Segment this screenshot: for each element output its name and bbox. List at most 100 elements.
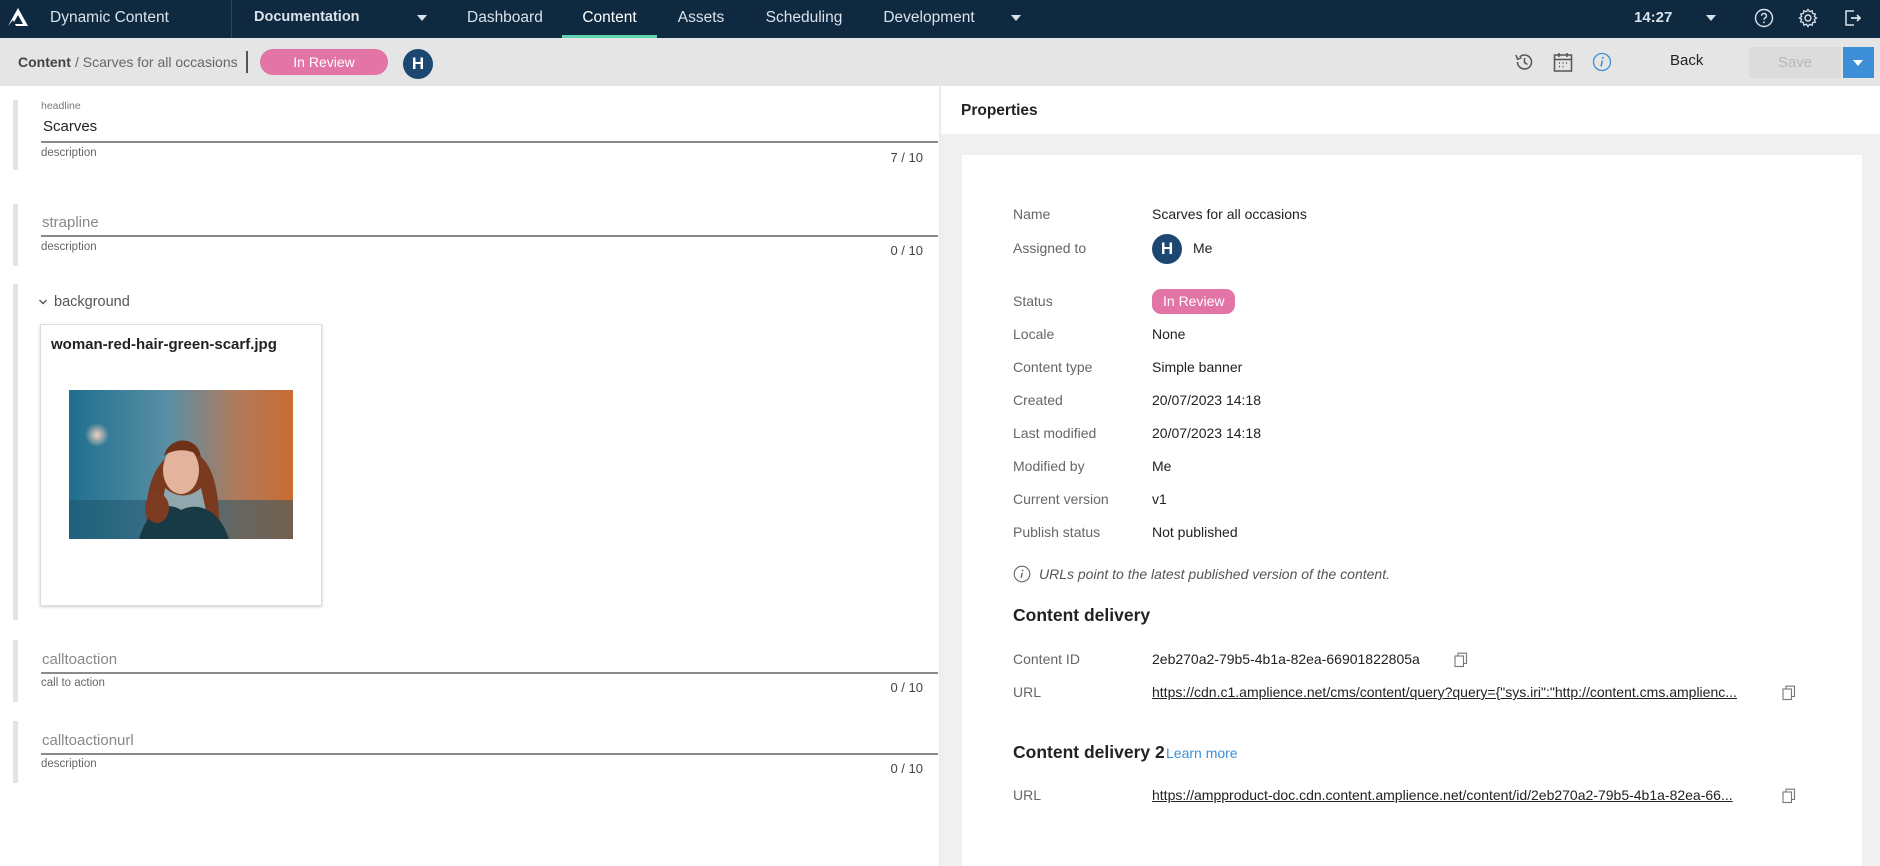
property-label: Assigned to [1013, 240, 1087, 256]
field-description: call to action [41, 677, 105, 689]
headline-field: headline Scarves description 7 / 10 [13, 100, 938, 170]
property-value: Me [1152, 458, 1172, 474]
property-label: Last modified [1013, 425, 1097, 441]
input-underline [41, 141, 938, 143]
property-value: Me [1193, 240, 1213, 256]
character-count: 7 / 10 [890, 150, 923, 165]
content-form: headline Scarves description 7 / 10 stra… [0, 86, 940, 866]
character-count: 0 / 10 [890, 243, 923, 258]
urls-info-note: URLs point to the latest published versi… [1013, 565, 1390, 583]
copy-icon[interactable] [1454, 652, 1468, 668]
properties-panel: Properties Name Scarves for all occasion… [941, 86, 1880, 866]
more-tabs-dropdown-icon[interactable] [1011, 15, 1021, 21]
property-current-version: Current version v1 [1013, 491, 1813, 513]
info-icon[interactable] [1591, 51, 1613, 73]
property-label: Content ID [1013, 651, 1080, 667]
tab-development[interactable]: Development [883, 0, 975, 38]
tab-content[interactable]: Content [562, 0, 657, 38]
property-delivery-url: URL https://cdn.c1.amplience.net/cms/con… [1013, 684, 1813, 706]
input-underline [41, 235, 938, 237]
property-label: Modified by [1013, 458, 1085, 474]
image-file-name: woman-red-hair-green-scarf.jpg [51, 336, 277, 353]
property-label: Created [1013, 392, 1063, 408]
info-note-text: URLs point to the latest published versi… [1039, 566, 1390, 582]
save-button[interactable]: Save [1749, 47, 1841, 78]
property-last-modified: Last modified 20/07/2023 14:18 [1013, 425, 1813, 447]
background-field: background woman-red-hair-green-scarf.jp… [13, 284, 923, 620]
settings-icon[interactable] [1797, 7, 1819, 29]
hub-selector[interactable]: Documentation [254, 9, 360, 25]
delivery2-url-link[interactable]: https://ampproduct-doc.cdn.content.ampli… [1152, 787, 1733, 803]
property-value: 20/07/2023 14:18 [1152, 425, 1261, 441]
top-navigation: Dynamic Content Documentation Dashboard … [0, 0, 1880, 38]
background-collapse-toggle[interactable]: background [38, 294, 130, 310]
property-value: Not published [1152, 524, 1238, 540]
chevron-down-icon [39, 299, 47, 305]
property-label: Locale [1013, 326, 1055, 342]
field-description: description [41, 241, 97, 253]
divider [246, 51, 248, 73]
property-assigned-to: Assigned to H Me [1013, 234, 1813, 264]
property-locale: Locale None [1013, 326, 1813, 348]
back-button[interactable]: Back [1670, 52, 1703, 69]
tab-assets[interactable]: Assets [677, 0, 725, 38]
save-options-button[interactable] [1843, 47, 1874, 78]
property-label: Status [1013, 293, 1053, 309]
calendar-icon[interactable] [1552, 51, 1574, 73]
image-card[interactable]: woman-red-hair-green-scarf.jpg [40, 324, 322, 606]
learn-more-link[interactable]: Learn more [1166, 745, 1238, 761]
amplience-logo-icon[interactable] [6, 7, 30, 29]
image-thumbnail [69, 390, 293, 539]
property-publish-status: Publish status Not published [1013, 524, 1813, 546]
history-icon[interactable] [1513, 51, 1535, 73]
chevron-down-icon [1853, 60, 1863, 66]
properties-card: Name Scarves for all occasions Assigned … [962, 155, 1862, 866]
assignee-avatar[interactable]: H [1152, 234, 1182, 264]
clock-dropdown-icon[interactable] [1706, 15, 1716, 21]
property-modified-by: Modified by Me [1013, 458, 1813, 480]
strapline-input[interactable]: strapline [42, 214, 99, 231]
breadcrumb-content-link[interactable]: Content [18, 54, 71, 70]
help-icon[interactable] [1753, 7, 1775, 29]
property-label: Current version [1013, 491, 1109, 507]
field-label: background [54, 294, 130, 310]
character-count: 0 / 10 [890, 761, 923, 776]
properties-title: Properties [961, 102, 1038, 119]
assignee-avatar[interactable]: H [403, 49, 433, 79]
property-label: Name [1013, 206, 1051, 222]
tab-dashboard[interactable]: Dashboard [467, 0, 543, 38]
content-delivery-title: Content delivery [1013, 605, 1151, 625]
input-underline [41, 753, 938, 755]
clock: 14:27 [1634, 9, 1673, 26]
info-icon [1013, 565, 1031, 583]
property-created: Created 20/07/2023 14:18 [1013, 392, 1813, 414]
calltoactionurl-input[interactable]: calltoactionurl [42, 732, 134, 749]
copy-icon[interactable] [1782, 685, 1796, 701]
property-delivery2-url: URL https://ampproduct-doc.cdn.content.a… [1013, 787, 1813, 809]
divider [231, 0, 232, 38]
copy-icon[interactable] [1782, 788, 1796, 804]
property-value: Scarves for all occasions [1152, 206, 1307, 222]
property-value: 20/07/2023 14:18 [1152, 392, 1261, 408]
field-description: description [41, 758, 97, 770]
property-label: Publish status [1013, 524, 1101, 540]
logout-icon[interactable] [1841, 7, 1863, 29]
hub-dropdown-icon[interactable] [417, 15, 427, 21]
calltoactionurl-field: calltoactionurl description 0 / 10 [13, 721, 938, 783]
content-delivery-2-title: Content delivery 2 [1013, 742, 1165, 762]
tab-scheduling[interactable]: Scheduling [765, 0, 843, 38]
calltoaction-input[interactable]: calltoaction [42, 651, 117, 668]
field-description: description [41, 147, 97, 159]
delivery-url-link[interactable]: https://cdn.c1.amplience.net/cms/content… [1152, 684, 1737, 700]
character-count: 0 / 10 [890, 680, 923, 695]
property-label: URL [1013, 684, 1042, 700]
property-content-type: Content type Simple banner [1013, 359, 1813, 381]
app-title: Dynamic Content [50, 9, 169, 26]
input-underline [41, 672, 938, 674]
workflow-status-button[interactable]: In Review [260, 49, 388, 75]
headline-input[interactable]: Scarves [43, 118, 97, 135]
property-label: Content type [1013, 359, 1093, 375]
property-value: None [1152, 326, 1186, 342]
status-badge: In Review [1152, 289, 1236, 314]
property-label: URL [1013, 787, 1042, 803]
